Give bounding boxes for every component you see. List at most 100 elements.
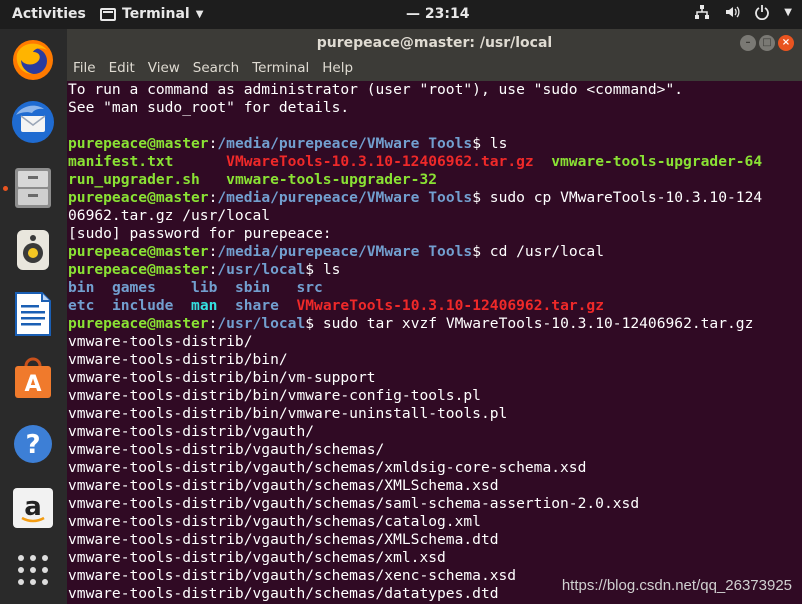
firefox-icon xyxy=(13,40,53,80)
dock-help[interactable]: ? xyxy=(10,421,56,467)
network-icon xyxy=(695,5,710,19)
extract-line: vmware-tools-distrib/vgauth/ xyxy=(68,423,315,440)
system-tray[interactable]: ▼ xyxy=(694,4,792,20)
notification-dash-icon: — xyxy=(406,6,425,22)
ls-output-line: run_upgrader.sh vmware-tools-upgrader-32 xyxy=(68,171,802,189)
window-controls: – □ × xyxy=(740,35,794,51)
command: sudo cp VMwareTools-10.3.10-124 xyxy=(489,189,763,206)
prompt-user: purepeace@master xyxy=(68,189,209,206)
terminal-line: To run a command as administrator (user … xyxy=(68,81,684,98)
menu-bar: File Edit View Search Terminal Help xyxy=(67,57,802,81)
dir-entry: include xyxy=(111,297,174,314)
extract-line: vmware-tools-distrib/vgauth/schemas/XMLS… xyxy=(68,477,499,494)
help-icon: ? xyxy=(14,425,52,463)
clock[interactable]: — 23:14 xyxy=(406,6,469,22)
close-button[interactable]: × xyxy=(778,35,794,51)
menu-terminal[interactable]: Terminal xyxy=(246,57,316,81)
minimize-button[interactable]: – xyxy=(740,35,756,51)
prompt-path: /media/purepeace/VMware Tools xyxy=(217,135,473,152)
menu-edit[interactable]: Edit xyxy=(103,57,142,81)
file-entry: vmware-tools-upgrader-64 xyxy=(551,153,763,170)
prompt-line: purepeace@master:/media/purepeace/VMware… xyxy=(68,243,605,260)
power-icon xyxy=(755,5,770,20)
clock-label: 23:14 xyxy=(424,6,470,22)
terminal-line: [sudo] password for purepeace: xyxy=(68,225,332,242)
ls-output-line: manifest.txt VMwareTools-10.3.10-1240696… xyxy=(68,153,802,171)
chevron-down-icon: ▼ xyxy=(784,6,792,18)
dock-software[interactable]: A xyxy=(10,355,56,401)
extract-line: vmware-tools-distrib/bin/vmware-uninstal… xyxy=(68,405,508,422)
terminal-output[interactable]: To run a command as administrator (user … xyxy=(67,81,802,604)
prompt-user: purepeace@master xyxy=(68,135,209,152)
extract-line: vmware-tools-distrib/vgauth/schemas/ xyxy=(68,441,385,458)
window-titlebar[interactable]: purepeace@master: /usr/local – □ × xyxy=(67,29,802,57)
menu-file[interactable]: File xyxy=(73,57,103,81)
menu-view[interactable]: View xyxy=(142,57,187,81)
prompt-user: purepeace@master xyxy=(68,243,209,260)
dock-writer[interactable] xyxy=(10,291,56,337)
dock-firefox[interactable] xyxy=(10,37,56,83)
app-menu[interactable]: Terminal ▼ xyxy=(100,6,203,22)
dir-entry: src xyxy=(296,279,323,296)
terminal-icon xyxy=(100,7,116,21)
extract-line: vmware-tools-distrib/bin/vm-support xyxy=(68,369,376,386)
prompt-line: purepeace@master:/media/purepeace/VMware… xyxy=(68,189,763,206)
software-icon: A xyxy=(15,357,51,398)
command: ls xyxy=(489,135,508,152)
dock-show-apps[interactable] xyxy=(10,547,56,593)
writer-icon xyxy=(15,292,51,336)
extract-line: vmware-tools-distrib/vgauth/schemas/xmld… xyxy=(68,459,587,476)
file-entry: vmware-tools-upgrader-32 xyxy=(226,171,438,188)
close-icon: × xyxy=(781,37,791,48)
terminal-window: purepeace@master: /usr/local – □ × File … xyxy=(67,29,802,604)
amazon-icon: a xyxy=(13,488,53,528)
file-entry: manifest.txt xyxy=(68,153,174,170)
rhythmbox-icon xyxy=(17,230,49,270)
dock-thunderbird[interactable] xyxy=(10,99,56,145)
dir-entry: man xyxy=(191,297,218,314)
menu-help[interactable]: Help xyxy=(316,57,360,81)
thunderbird-icon xyxy=(12,101,54,143)
app-menu-label: Terminal xyxy=(122,6,190,22)
prompt-user: purepeace@master xyxy=(68,315,209,332)
dock-amazon[interactable]: a xyxy=(10,485,56,531)
ls-output-line: bin games lib sbin src xyxy=(68,279,802,297)
activities-button[interactable]: Activities xyxy=(12,6,86,22)
command: sudo tar xvzf VMwareTools-10.3.10-124069… xyxy=(322,315,754,332)
prompt-path: /media/purepeace/VMware Tools xyxy=(217,189,473,206)
dir-entry: bin xyxy=(68,279,95,296)
prompt-path: /usr/local xyxy=(217,315,306,332)
window-title: purepeace@master: /usr/local xyxy=(316,35,553,51)
svg-text:A: A xyxy=(24,372,41,397)
extract-line: vmware-tools-distrib/bin/ xyxy=(68,351,288,368)
extract-line: vmware-tools-distrib/vgauth/schemas/saml… xyxy=(68,495,640,512)
extract-line: vmware-tools-distrib/bin/vmware-config-t… xyxy=(68,387,481,404)
extract-line: vmware-tools-distrib/vgauth/schemas/cata… xyxy=(68,513,481,530)
dir-entry: lib xyxy=(191,279,218,296)
top-bar: Activities Terminal ▼ — 23:14 ▼ xyxy=(0,0,802,29)
terminal-line: 06962.tar.gz /usr/local xyxy=(68,207,271,224)
dir-entry: games xyxy=(111,279,156,296)
svg-text:a: a xyxy=(24,492,42,522)
dir-entry: etc xyxy=(68,297,95,314)
dir-entry: sbin xyxy=(234,279,271,296)
extract-line: vmware-tools-distrib/ xyxy=(68,333,253,350)
command: ls xyxy=(322,261,341,278)
dock-rhythmbox[interactable] xyxy=(10,227,56,273)
prompt-user: purepeace@master xyxy=(68,261,209,278)
dock-files[interactable] xyxy=(10,165,56,211)
archive-entry: VMwareTools-10.3.10-12406962.tar.gz xyxy=(296,297,605,314)
dir-entry: share xyxy=(234,297,279,314)
svg-text:?: ? xyxy=(25,430,40,460)
maximize-button[interactable]: □ xyxy=(759,35,775,51)
prompt-path: /usr/local xyxy=(217,261,306,278)
extract-line: vmware-tools-distrib/vgauth/schemas/XMLS… xyxy=(68,531,499,548)
maximize-icon: □ xyxy=(762,37,772,48)
prompt-line: purepeace@master:/usr/local$ ls xyxy=(68,261,341,278)
menu-search[interactable]: Search xyxy=(187,57,246,81)
command: cd /usr/local xyxy=(489,243,605,260)
files-icon xyxy=(15,168,51,208)
prompt-line: purepeace@master:/usr/local$ sudo tar xv… xyxy=(68,315,754,332)
watermark: https://blog.csdn.net/qq_26373925 xyxy=(561,577,792,594)
prompt-path: /media/purepeace/VMware Tools xyxy=(217,243,473,260)
